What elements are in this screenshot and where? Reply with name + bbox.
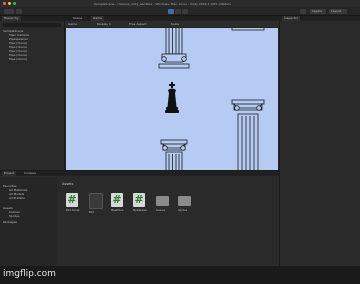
tab-hierarchy[interactable]: Hierarchy [2,16,21,21]
asset-item[interactable]: Sprites [178,193,192,213]
asset-name: Sprites [178,209,188,212]
project-panel: Project Console Favorites All Materials … [0,171,279,278]
top-pipe [158,28,190,69]
watermark-text: imgflip.com [3,269,56,279]
prefab-icon [89,193,103,209]
inspector-panel: Inspector [280,16,360,278]
asset-name: PipeSpawn [133,209,148,212]
csharp-script-icon: # [66,193,78,207]
layout-dropdown[interactable]: Layout [329,8,347,14]
layers-label: Layers [312,9,322,13]
game-controlbar: Game Display 1 Free Aspect Scale [65,21,279,27]
minimize-window-button[interactable] [8,2,11,5]
bird-king-sprite [165,82,179,113]
close-window-button[interactable] [3,2,6,5]
asset-item[interactable]: # PipeMove [111,193,125,213]
sidebar-sprites[interactable]: Sprites [9,214,19,218]
csharp-script-icon: # [111,193,123,207]
layout-label: Layout [331,9,342,13]
asset-item[interactable]: Bird [89,193,103,215]
asset-name: Scenes [156,209,166,212]
display-dropdown[interactable]: Display 1 [97,22,111,26]
layers-dropdown[interactable]: Layers [310,8,326,14]
breadcrumb[interactable]: Assets [62,182,73,187]
aspect-dropdown[interactable]: Free Aspect [129,22,147,26]
bottom-pipe [160,139,188,170]
scale-slider-label[interactable]: Scale [171,22,179,26]
folder-icon [156,196,169,206]
project-sidebar: Favorites All Materials All Models All P… [0,177,57,278]
hierarchy-tabbar: Hierarchy [0,16,64,21]
asset-name: Bird [89,211,95,214]
asset-name: Bird Script [66,209,80,212]
top-pipe-right [231,28,265,31]
main-toolbar: Layers Layout [0,7,360,16]
sidebar-all-prefabs[interactable]: All Prefabs [9,196,25,200]
game-view[interactable] [66,28,278,170]
csharp-script-icon: # [133,193,145,207]
search-button[interactable] [300,8,306,14]
game-scene-art [158,28,265,170]
asset-name: PipeMove [111,209,124,212]
window-title: SampleScene - claviusz_unity_sandbox - W… [94,1,232,6]
asset-item[interactable]: # PipeSpawn [133,193,147,213]
asset-item[interactable]: # Bird Script [66,193,80,213]
step-button[interactable] [182,8,188,14]
asset-item[interactable]: Scenes [156,193,170,213]
cloud-button[interactable] [16,8,22,14]
hierarchy-panel: Hierarchy SampleScene Main Camera Pipesp… [0,16,64,170]
play-button[interactable] [168,8,174,14]
maximize-window-button[interactable] [13,2,16,5]
folder-icon [178,196,191,206]
tab-project[interactable]: Project [2,171,17,176]
hierarchy-search[interactable] [3,23,61,27]
inspector-tabbar: Inspector [280,16,360,21]
account-button[interactable] [4,8,14,14]
sidebar-packages[interactable]: Packages [3,220,17,224]
bottom-pipe-right [231,99,265,170]
hierarchy-item[interactable]: Pipe (Clone) [9,57,27,61]
pause-button[interactable] [175,8,181,14]
tab-console[interactable]: Console [22,171,38,176]
game-mode-dropdown[interactable]: Game [68,22,77,26]
watermark-strip: imgflip.com [0,266,360,284]
project-tabbar: Project Console [0,171,279,176]
tab-inspector[interactable]: Inspector [282,16,300,21]
window-titlebar: SampleScene - claviusz_unity_sandbox - W… [0,0,360,7]
